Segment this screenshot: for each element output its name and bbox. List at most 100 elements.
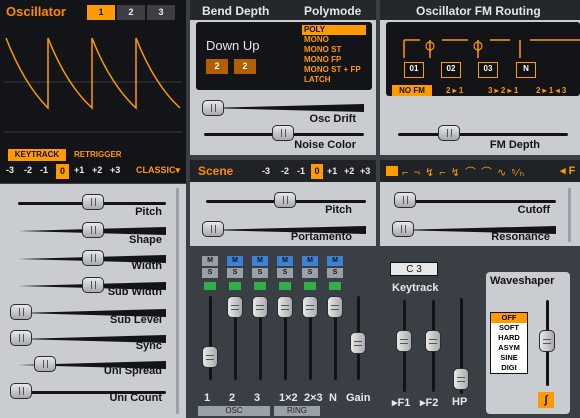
mixer-route-indicator[interactable]: [204, 282, 216, 290]
keytrack-f2-slider[interactable]: [425, 330, 441, 352]
scene-oct-p2[interactable]: +2: [344, 166, 354, 176]
mixer-fader[interactable]: [202, 346, 218, 368]
fm-option-3-2-1[interactable]: 3 ▸ 2 ▸ 1: [488, 86, 518, 95]
keytrack-f1-slider[interactable]: [396, 330, 412, 352]
scene-oct-p1[interactable]: +1: [327, 166, 337, 176]
waveshaper-option-hard[interactable]: HARD: [491, 333, 527, 343]
mixer-solo-button[interactable]: S: [227, 268, 243, 278]
osc-tab-1[interactable]: 1: [87, 5, 115, 20]
highpass-slider[interactable]: [453, 368, 469, 390]
fm-depth-label: FM Depth: [489, 139, 540, 151]
mixer-channel-label: 2×3: [304, 392, 323, 404]
osc-oct-p1[interactable]: +1: [74, 165, 84, 175]
waveshaper-option-asym[interactable]: ASYM: [491, 343, 527, 353]
polymode-option-mono-fp[interactable]: MONO FP: [302, 55, 366, 65]
mixer-mute-button[interactable]: M: [302, 256, 318, 266]
scrollbar[interactable]: [176, 188, 179, 414]
osc-oct-p2[interactable]: +2: [92, 165, 102, 175]
mixer-route-indicator[interactable]: [254, 282, 266, 290]
scene-pitch-label: Pitch: [325, 204, 352, 216]
oscillator-panel: Oscillator 1 2 3 KEYTRACK RETRIGGER: [0, 0, 186, 183]
polymode-list[interactable]: POLY MONO MONO ST MONO FP MONO ST + FP L…: [302, 25, 366, 85]
polymode-option-poly[interactable]: POLY: [302, 25, 366, 35]
osc-oct-m2[interactable]: -2: [24, 165, 32, 175]
param-label: Sub Width: [107, 286, 162, 298]
mixer-solo-button[interactable]: S: [302, 268, 318, 278]
retrigger-toggle[interactable]: RETRIGGER: [74, 150, 122, 159]
waveshaper-option-soft[interactable]: SOFT: [491, 323, 527, 333]
fm-option-no-fm[interactable]: NO FM: [392, 85, 432, 96]
mixer-fader[interactable]: [302, 296, 318, 318]
noise-color-label: Noise Color: [294, 139, 356, 151]
mixer-solo-button[interactable]: S: [252, 268, 268, 278]
ring-group-label: RING: [274, 406, 320, 416]
polymode-option-mono-st[interactable]: MONO ST: [302, 45, 366, 55]
mixer-mute-button[interactable]: M: [327, 256, 343, 266]
mixer-route-indicator[interactable]: [279, 282, 291, 290]
osc-oct-0[interactable]: 0: [56, 164, 69, 179]
mixer-mute-button[interactable]: M: [252, 256, 268, 266]
mixer-fader[interactable]: [252, 296, 268, 318]
osc-oct-m1[interactable]: -1: [40, 165, 48, 175]
portamento-label: Portamento: [290, 231, 352, 243]
mixer-solo-button[interactable]: S: [327, 268, 343, 278]
fm-noise-box: N: [516, 62, 536, 78]
fm-option-2-1[interactable]: 2 ▸ 1: [446, 86, 463, 95]
waveshaper-box: Waveshaper OFF SOFT HARD ASYM SINE DIGI …: [486, 272, 570, 414]
gain-fader[interactable]: [350, 332, 366, 354]
filter-types-icon[interactable]: ⌐ ¬ ↯ ⌐ ↯ ⌒ ⌒ ∿ ⁵⁄ₕ: [402, 164, 525, 180]
highpass-label: HP: [452, 396, 468, 408]
scene-oct-p3[interactable]: +3: [360, 166, 370, 176]
mixer-channel-label: N: [329, 392, 337, 404]
osc-tab-3[interactable]: 3: [147, 5, 175, 20]
scene-oct-0[interactable]: 0: [311, 164, 323, 179]
scrollbar[interactable]: [568, 188, 571, 242]
polymode-option-mono[interactable]: MONO: [302, 35, 366, 45]
bend-up-value[interactable]: 2: [234, 59, 256, 74]
waveshaper-option-off[interactable]: OFF: [491, 313, 527, 323]
mixer-mute-button[interactable]: M: [202, 256, 218, 266]
filter-type-icon[interactable]: [386, 166, 398, 176]
osc-oct-p3[interactable]: +3: [110, 165, 120, 175]
scene-oct-m3[interactable]: -3: [262, 166, 270, 176]
osc-tab-2[interactable]: 2: [117, 5, 145, 20]
mixer-fader[interactable]: [327, 296, 343, 318]
mixer-solo-button[interactable]: S: [277, 268, 293, 278]
waveshaper-drive-slider[interactable]: [539, 330, 555, 352]
param-label: Width: [131, 260, 162, 272]
mixer-route-indicator[interactable]: [304, 282, 316, 290]
mixer-route-indicator[interactable]: [229, 282, 241, 290]
param-label: Pitch: [135, 206, 162, 218]
polymode-option-latch[interactable]: LATCH: [302, 75, 366, 85]
mixer-channel-label: 3: [254, 392, 261, 404]
mixer-mute-button[interactable]: M: [277, 256, 293, 266]
waveshaper-option-sine[interactable]: SINE: [491, 353, 527, 363]
fm-osc2-box: 02: [441, 62, 461, 78]
scene-oct-m2[interactable]: -2: [281, 166, 289, 176]
keytrack-note-display[interactable]: C 3: [390, 262, 438, 276]
osc-type-dropdown[interactable]: CLASSIC▾: [136, 165, 180, 176]
waveshaper-option-digi[interactable]: DIGI: [491, 363, 527, 373]
bend-down-value[interactable]: 2: [206, 59, 228, 74]
osc-type-label: CLASSIC: [136, 165, 176, 175]
fm-routing-title: Oscillator FM Routing: [416, 4, 541, 18]
param-label: Shape: [128, 234, 162, 246]
waveshaper-list[interactable]: OFF SOFT HARD ASYM SINE DIGI: [490, 312, 528, 374]
waveshaper-curve-icon[interactable]: ʃ: [538, 392, 554, 408]
scene-oct-m1[interactable]: -1: [297, 166, 305, 176]
keytrack-f1-label: ▸F1: [392, 397, 411, 409]
filter-select-arrow[interactable]: ◂ F: [560, 164, 575, 177]
mixer-fader[interactable]: [277, 296, 293, 318]
mixer-fader[interactable]: [227, 296, 243, 318]
osc-oct-m3[interactable]: -3: [6, 165, 14, 175]
fm-osc3-box: 03: [478, 62, 498, 78]
fm-option-2-1-3[interactable]: 2 ▸ 1 ◂ 3: [536, 86, 566, 95]
keytrack-toggle[interactable]: KEYTRACK: [8, 149, 66, 161]
mixer-solo-button[interactable]: S: [202, 268, 218, 278]
param-label: Uni Count: [109, 392, 162, 404]
polymode-option-mono-st-fp[interactable]: MONO ST + FP: [302, 65, 366, 75]
mixer-route-indicator[interactable]: [329, 282, 341, 290]
fm-osc1-box: 01: [404, 62, 424, 78]
scene-panel: Scene -3 -2 -1 0 +1 +2 +3 Pitch Portamen…: [190, 160, 376, 246]
mixer-mute-button[interactable]: M: [227, 256, 243, 266]
